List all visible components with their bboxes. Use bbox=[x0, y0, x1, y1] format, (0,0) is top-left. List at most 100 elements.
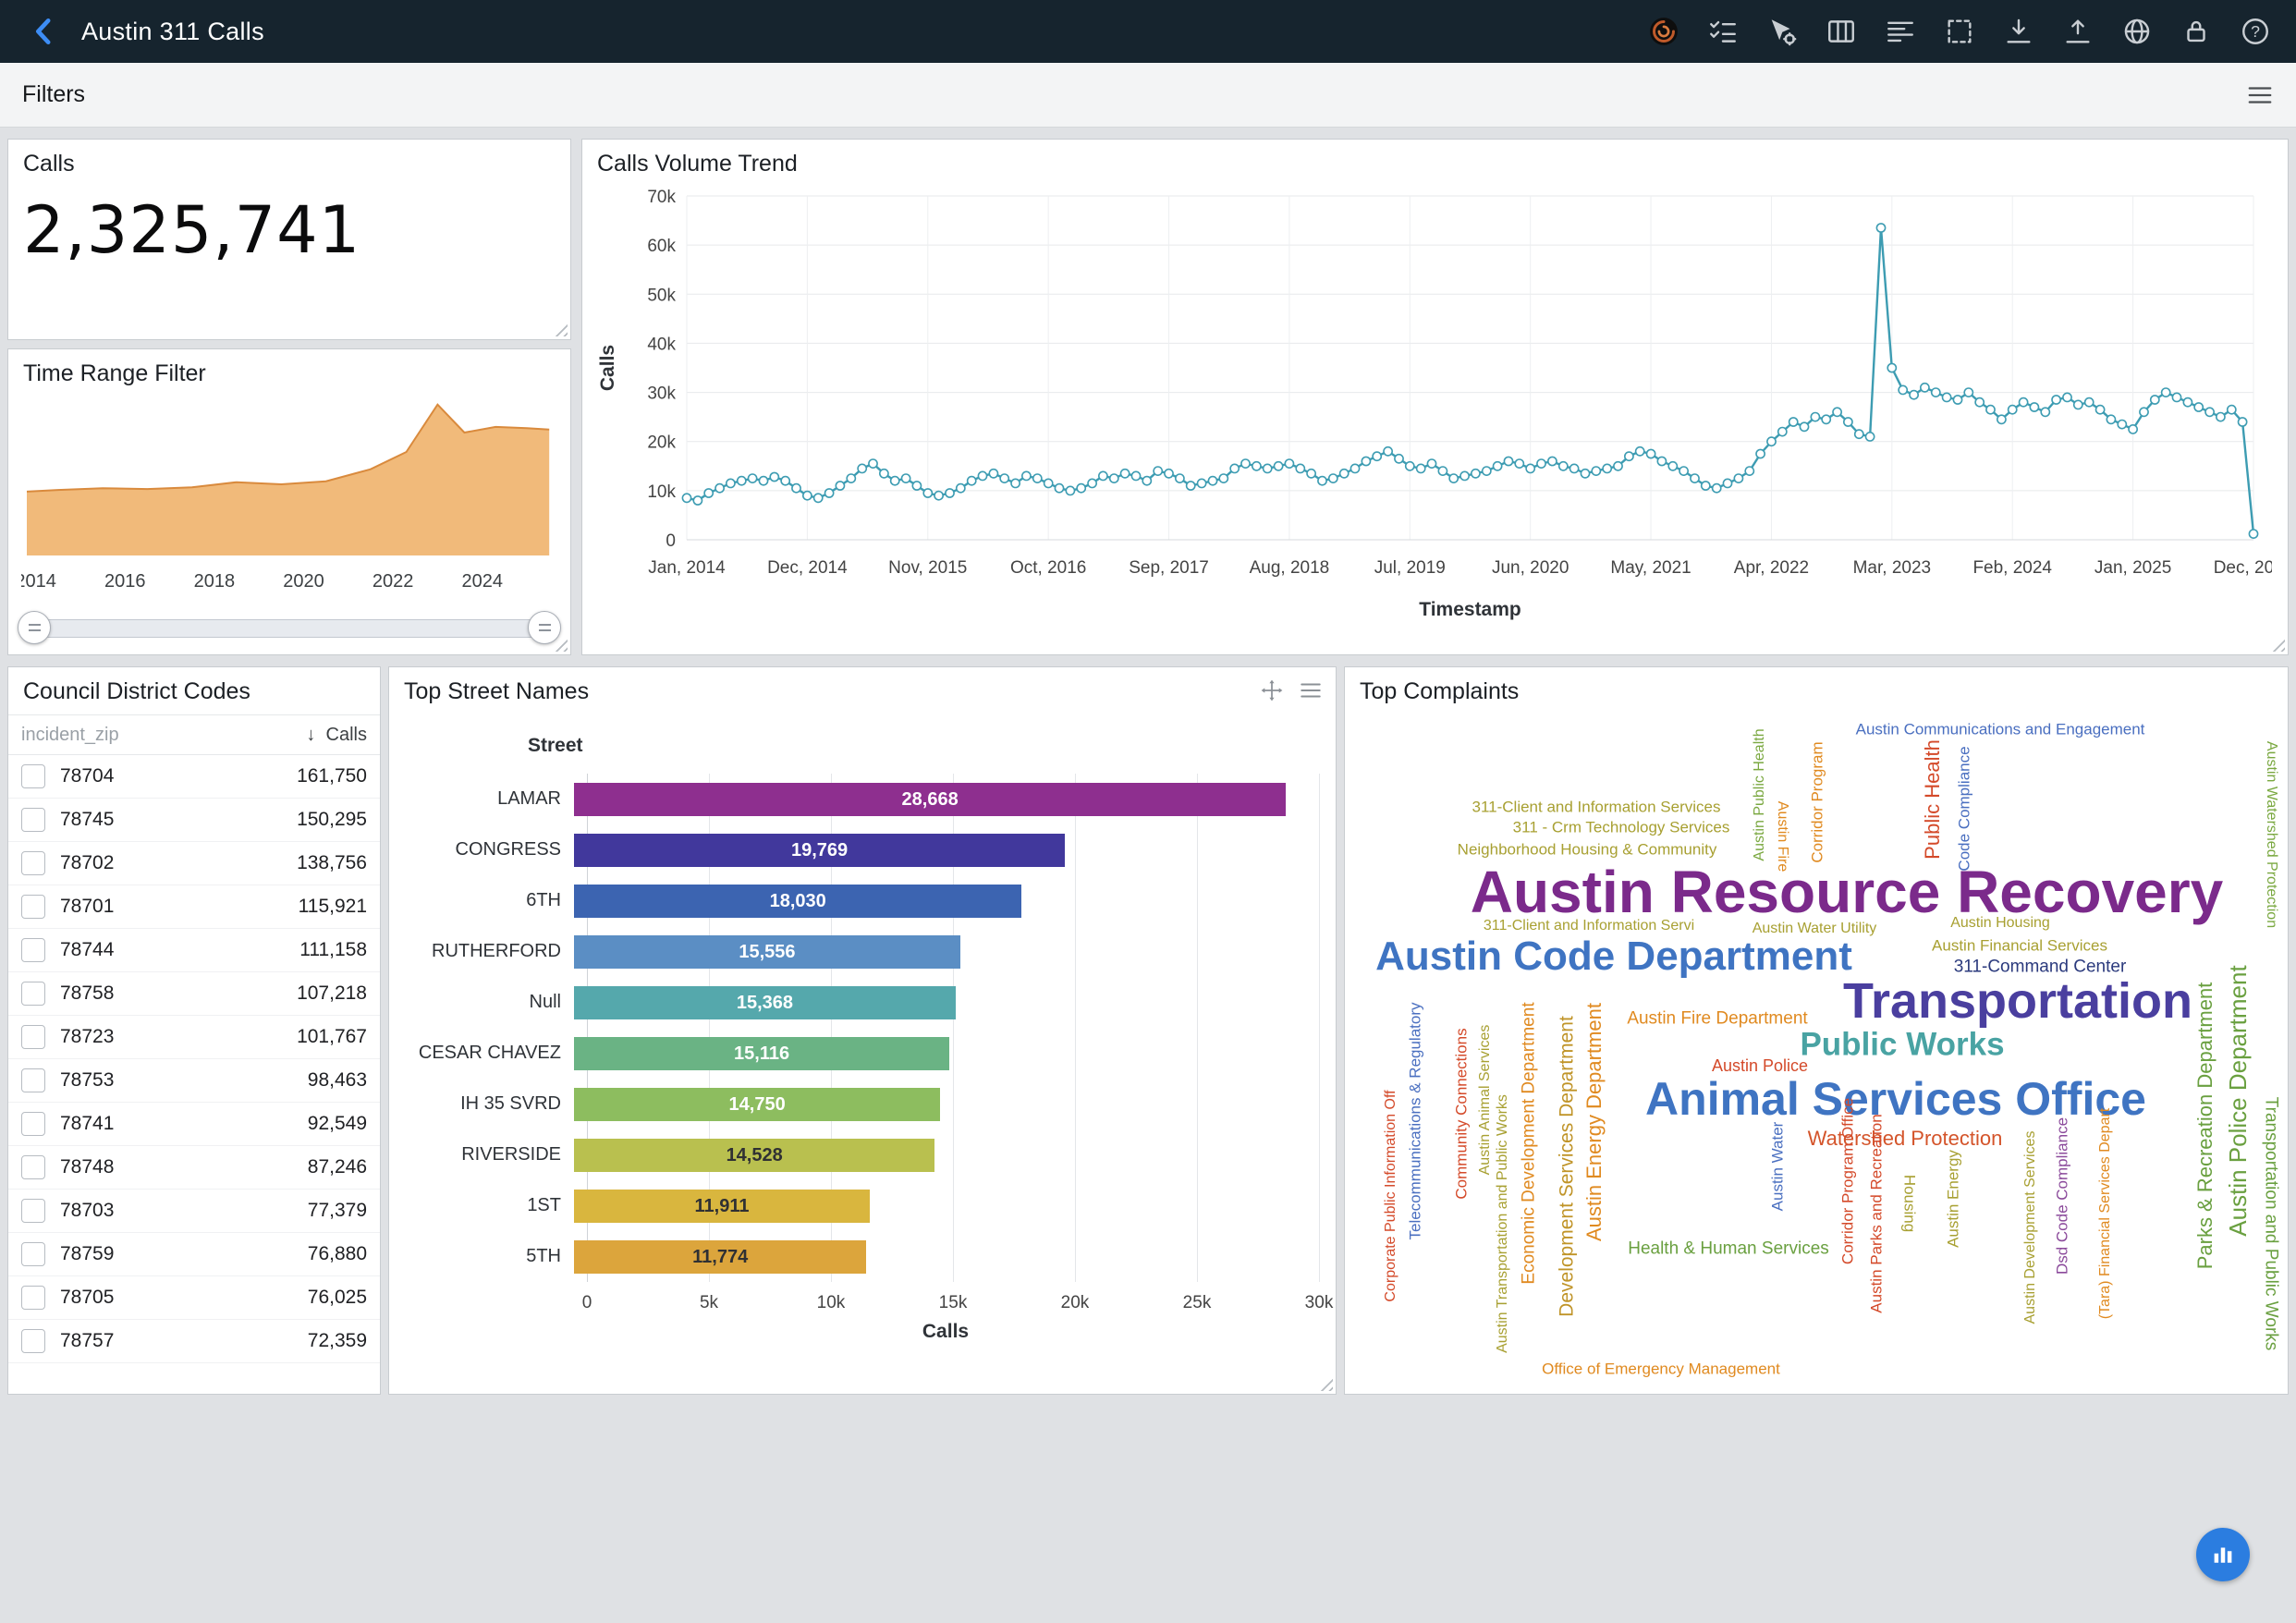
calls-count-value: 72,359 bbox=[308, 1330, 367, 1352]
selection-dashed-icon[interactable] bbox=[1943, 15, 1976, 48]
x-tick-label: 30k bbox=[1305, 1293, 1334, 1313]
help-icon[interactable]: ? bbox=[2239, 15, 2272, 48]
street-bar[interactable]: 19,769 bbox=[574, 834, 1065, 867]
complaint-word: Austin Communications and Engagement bbox=[1856, 722, 2145, 738]
calls-count-value: 101,767 bbox=[297, 1026, 367, 1048]
row-checkbox[interactable] bbox=[21, 1025, 45, 1049]
chart-fab-button[interactable] bbox=[2196, 1528, 2250, 1581]
complaint-word: Public Health bbox=[1923, 739, 1943, 860]
table-row[interactable]: 78758107,218 bbox=[8, 972, 380, 1016]
x-tick-label: 0 bbox=[582, 1293, 592, 1313]
svg-text:2014: 2014 bbox=[21, 571, 56, 592]
complaint-word: Austin Transportation and Public Works bbox=[1496, 1094, 1510, 1353]
column-header-calls[interactable]: ↓ Calls bbox=[306, 725, 367, 746]
slider-handle-right[interactable] bbox=[528, 611, 561, 644]
zip-code-value: 78723 bbox=[60, 1026, 297, 1048]
row-checkbox[interactable] bbox=[21, 808, 45, 832]
table-row[interactable]: 7875772,359 bbox=[8, 1320, 380, 1363]
move-icon[interactable] bbox=[1260, 678, 1284, 702]
svg-text:0: 0 bbox=[666, 531, 676, 551]
table-row[interactable]: 78704161,750 bbox=[8, 755, 380, 799]
street-name-label: Null bbox=[404, 992, 574, 1013]
table-row[interactable]: 78745150,295 bbox=[8, 799, 380, 842]
menu-icon[interactable] bbox=[1299, 678, 1323, 702]
download-icon[interactable] bbox=[2002, 15, 2035, 48]
row-checkbox[interactable] bbox=[21, 938, 45, 962]
complaint-word: Economic Development Department bbox=[1520, 1002, 1538, 1284]
svg-text:Jun, 2020: Jun, 2020 bbox=[1492, 558, 1569, 578]
street-bar[interactable]: 18,030 bbox=[574, 885, 1021, 918]
table-row[interactable]: 78744111,158 bbox=[8, 929, 380, 972]
lock-icon[interactable] bbox=[2180, 15, 2213, 48]
complaint-word: Community Connections bbox=[1454, 1028, 1470, 1199]
street-bar[interactable]: 15,368 bbox=[574, 986, 956, 1019]
resize-handle[interactable] bbox=[1316, 1374, 1333, 1391]
slider-track[interactable] bbox=[27, 619, 552, 638]
complaint-word: Code Compliance bbox=[1957, 746, 1972, 871]
row-checkbox[interactable] bbox=[21, 764, 45, 788]
row-checkbox[interactable] bbox=[21, 1199, 45, 1223]
sort-desc-icon: ↓ bbox=[306, 725, 315, 745]
street-bar[interactable]: 28,668 bbox=[574, 783, 1286, 816]
table-row[interactable]: 7870377,379 bbox=[8, 1190, 380, 1233]
back-button[interactable] bbox=[24, 11, 65, 52]
street-bar[interactable]: 11,774 bbox=[574, 1240, 866, 1274]
street-bar[interactable]: 11,911 bbox=[574, 1190, 870, 1223]
row-checkbox[interactable] bbox=[21, 1329, 45, 1353]
table-columns-icon[interactable] bbox=[1825, 15, 1858, 48]
upload-icon[interactable] bbox=[2061, 15, 2094, 48]
complaint-word: Corridor Program bbox=[1810, 741, 1826, 862]
street-bar[interactable]: 14,528 bbox=[574, 1139, 934, 1172]
bar-value-label: 11,911 bbox=[574, 1190, 870, 1223]
table-row[interactable]: 7875976,880 bbox=[8, 1233, 380, 1276]
street-bar[interactable]: 14,750 bbox=[574, 1088, 940, 1121]
row-checkbox[interactable] bbox=[21, 895, 45, 919]
resize-handle[interactable] bbox=[551, 320, 568, 336]
complaint-word: Austin Police bbox=[1712, 1057, 1808, 1074]
street-bar[interactable]: 15,116 bbox=[574, 1037, 949, 1070]
globe-icon[interactable] bbox=[2120, 15, 2154, 48]
column-header-incident-zip[interactable]: incident_zip bbox=[21, 725, 306, 746]
street-bar[interactable]: 15,556 bbox=[574, 935, 960, 969]
calls-count-value: 150,295 bbox=[297, 809, 367, 831]
bar-yaxis-title: Street bbox=[528, 735, 1336, 757]
checklist-icon[interactable] bbox=[1706, 15, 1740, 48]
row-checkbox[interactable] bbox=[21, 1112, 45, 1136]
app-logo[interactable] bbox=[1647, 15, 1680, 48]
zip-code-table: 78704161,75078745150,29578702138,7567870… bbox=[8, 755, 380, 1363]
svg-text:40k: 40k bbox=[647, 335, 676, 354]
table-row[interactable]: 7874192,549 bbox=[8, 1103, 380, 1146]
street-name-label: RUTHERFORD bbox=[404, 941, 574, 962]
time-range-slider[interactable] bbox=[21, 609, 557, 648]
row-checkbox[interactable] bbox=[21, 1068, 45, 1092]
complaint-word: Neighborhood Housing & Community bbox=[1458, 842, 1717, 858]
align-left-icon[interactable] bbox=[1884, 15, 1917, 48]
complaint-word: Austin Watershed Protection bbox=[2264, 741, 2278, 928]
row-checkbox[interactable] bbox=[21, 851, 45, 875]
slider-handle-left[interactable] bbox=[18, 611, 51, 644]
council-card-title: Council District Codes bbox=[8, 667, 380, 711]
table-row[interactable]: 78723101,767 bbox=[8, 1016, 380, 1059]
row-checkbox[interactable] bbox=[21, 1242, 45, 1266]
zip-code-value: 78703 bbox=[60, 1200, 308, 1222]
pointer-settings-icon[interactable] bbox=[1765, 15, 1799, 48]
table-row[interactable]: 7870576,025 bbox=[8, 1276, 380, 1320]
calls-count-value: 76,025 bbox=[308, 1287, 367, 1309]
table-row[interactable]: 7874887,246 bbox=[8, 1146, 380, 1190]
x-tick-label: 20k bbox=[1061, 1293, 1090, 1313]
table-row[interactable]: 7875398,463 bbox=[8, 1059, 380, 1103]
row-checkbox[interactable] bbox=[21, 982, 45, 1006]
table-row[interactable]: 78701115,921 bbox=[8, 885, 380, 929]
complaint-word: Development Services Department bbox=[1557, 1016, 1577, 1317]
row-checkbox[interactable] bbox=[21, 1286, 45, 1310]
zip-code-value: 78759 bbox=[60, 1243, 308, 1265]
calls-count-value: 161,750 bbox=[297, 765, 367, 787]
filters-menu-icon[interactable] bbox=[2246, 81, 2274, 109]
complaint-word: Austin Energy Department bbox=[1584, 1003, 1605, 1241]
bar-row: CESAR CHAVEZ15,116 bbox=[404, 1028, 1319, 1079]
zip-code-value: 78748 bbox=[60, 1156, 308, 1178]
zip-code-value: 78753 bbox=[60, 1069, 308, 1092]
bar-xaxis-title: Calls bbox=[572, 1321, 1319, 1343]
table-row[interactable]: 78702138,756 bbox=[8, 842, 380, 885]
row-checkbox[interactable] bbox=[21, 1155, 45, 1179]
